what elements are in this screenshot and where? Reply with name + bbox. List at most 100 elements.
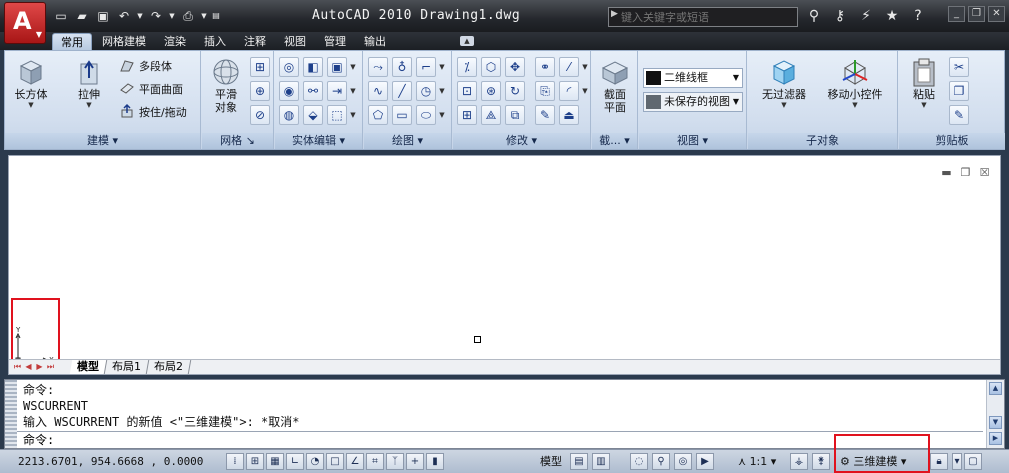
3d-rotate-button[interactable]: ⬡: [481, 57, 501, 77]
3d-align-button[interactable]: ⚭: [535, 57, 555, 77]
layout-last-icon[interactable]: ⏭: [46, 362, 55, 372]
break-button[interactable]: ⁄: [559, 57, 579, 77]
search-expand-icon[interactable]: ▶: [611, 9, 618, 19]
3d-move-button[interactable]: ✥: [505, 57, 525, 77]
status-tray-menu-icon[interactable]: ▾: [952, 453, 962, 470]
rectangle-button[interactable]: ▭: [392, 105, 412, 125]
redo-icon[interactable]: ↷: [147, 8, 165, 24]
fillet-dropdown-icon[interactable]: ▼: [581, 81, 589, 101]
redo-dropdown-icon[interactable]: ▼: [168, 8, 176, 24]
panel-clipboard-title[interactable]: 剪贴板: [899, 133, 1005, 149]
tab-annotate[interactable]: 注释: [236, 33, 274, 50]
plot-dropdown-icon[interactable]: ▼: [200, 8, 208, 24]
panel-modify-title[interactable]: 修改 ▾: [453, 133, 590, 149]
object-snap-tracking-toggle[interactable]: ⌗: [366, 453, 384, 470]
drawing-restore-icon[interactable]: ❐: [958, 166, 973, 180]
smooth-object-button[interactable]: 平滑 对象: [208, 56, 244, 114]
layout-first-icon[interactable]: ⏮: [13, 362, 22, 372]
section-plane-button[interactable]: 截面 平面: [598, 56, 632, 114]
annotation-visibility-icon[interactable]: ⚶: [790, 453, 808, 470]
extrude-button[interactable]: 拉伸 ▼: [73, 56, 105, 109]
annotation-scale[interactable]: ⋏ 1:1 ▾: [738, 454, 776, 470]
spline-button[interactable]: ∿: [368, 81, 388, 101]
subtract-button[interactable]: ◉: [279, 81, 299, 101]
subscription-key-icon[interactable]: ⚷: [830, 7, 850, 25]
clean-screen-icon[interactable]: ▢: [964, 453, 982, 470]
scroll-up-icon[interactable]: ▲: [989, 382, 1002, 395]
grid-display-toggle[interactable]: ▦: [266, 453, 284, 470]
extrude-faces-dropdown-icon[interactable]: ▼: [349, 81, 357, 101]
undo-icon[interactable]: ↶: [115, 8, 133, 24]
separate-button[interactable]: ⬚: [327, 105, 347, 125]
planar-surface-button[interactable]: 平面曲面: [119, 80, 183, 100]
toolbar-lock-icon[interactable]: 🔒︎: [930, 453, 948, 470]
match-properties-button[interactable]: ✎: [949, 105, 969, 125]
box-button[interactable]: 长方体 ▼: [11, 56, 51, 109]
polysolid-button[interactable]: 多段体: [119, 57, 172, 77]
3d-array-button[interactable]: ⊛: [481, 81, 501, 101]
tab-render[interactable]: 渲染: [156, 33, 194, 50]
3d-mirror-button[interactable]: ⟁: [481, 105, 501, 125]
offset-button[interactable]: ⎘: [535, 81, 555, 101]
3d-object-snap-toggle[interactable]: ∠: [346, 453, 364, 470]
polyline-3d-button[interactable]: ⌐: [416, 57, 436, 77]
separate-dropdown-icon[interactable]: ▼: [349, 105, 357, 125]
quick-view-layouts-icon[interactable]: ▤: [570, 453, 588, 470]
convert-button[interactable]: ⊡: [457, 81, 477, 101]
circle-dropdown-icon[interactable]: ▼: [438, 81, 446, 101]
array-button[interactable]: ⊞: [457, 105, 477, 125]
qat-customize-icon[interactable]: ▤: [211, 8, 221, 24]
union-button[interactable]: ◎: [279, 57, 299, 77]
polyline-dropdown-icon[interactable]: ▼: [438, 57, 446, 77]
drawing-minimize-icon[interactable]: ▬: [939, 166, 954, 180]
saved-view-dropdown[interactable]: 未保存的视图 ▼: [643, 92, 743, 112]
application-menu-button[interactable]: A ▼: [4, 2, 46, 44]
panel-modeling-title[interactable]: 建模 ▾: [5, 133, 200, 149]
new-file-icon[interactable]: ▭: [52, 8, 70, 24]
drawing-area[interactable]: ▬ ❐ ☒ Y X ⏮ ◀ ▶ ⏭ 模型 布局1: [8, 155, 1001, 375]
erase-button[interactable]: ✎: [535, 105, 555, 125]
auto-scale-icon[interactable]: ⚵: [812, 453, 830, 470]
circle-button[interactable]: ◷: [416, 81, 436, 101]
move-gizmo-button[interactable]: 移动小控件 ▼: [822, 56, 888, 109]
steering-wheel-icon[interactable]: ◌: [630, 453, 648, 470]
communication-center-icon[interactable]: ⚡: [856, 7, 876, 25]
panel-section-title[interactable]: 截... ▾: [592, 133, 637, 149]
mesh-refine-button[interactable]: ⊘: [250, 105, 270, 125]
object-snap-toggle[interactable]: □: [326, 453, 344, 470]
infer-constraints-toggle[interactable]: ⁞: [226, 453, 244, 470]
presspull-button[interactable]: 按住/拖动: [119, 103, 187, 123]
drawing-close-icon[interactable]: ☒: [977, 166, 992, 180]
extrude-faces-button[interactable]: ⇥: [327, 81, 347, 101]
line-button[interactable]: ╱: [392, 81, 412, 101]
tab-insert[interactable]: 插入: [196, 33, 234, 50]
model-space-label[interactable]: 模型: [540, 454, 562, 470]
rotate-button[interactable]: ↻: [505, 81, 525, 101]
snap-mode-toggle[interactable]: ⊞: [246, 453, 264, 470]
scale-button[interactable]: ⧉: [505, 105, 525, 125]
showmotion-icon[interactable]: ▶: [696, 453, 714, 470]
orbit-icon[interactable]: ◎: [674, 453, 692, 470]
break-dropdown-icon[interactable]: ▼: [581, 57, 589, 77]
slice-button[interactable]: ◧: [303, 57, 323, 77]
command-window-grip[interactable]: [5, 380, 17, 448]
restore-icon[interactable]: ❐: [968, 6, 985, 22]
ortho-mode-toggle[interactable]: ∟: [286, 453, 304, 470]
tab-output[interactable]: 输出: [356, 33, 394, 50]
cut-button[interactable]: ✂: [949, 57, 969, 77]
thicken-button[interactable]: ⬙: [303, 105, 323, 125]
visual-style-dropdown[interactable]: 二维线框 ▼: [643, 68, 743, 88]
tab-model[interactable]: 模型: [69, 360, 108, 374]
quick-view-drawings-icon[interactable]: ▥: [592, 453, 610, 470]
help-icon[interactable]: ?: [908, 7, 928, 25]
mesh-smooth-more-button[interactable]: ⊕: [250, 81, 270, 101]
binoculars-search-icon[interactable]: ⚲: [804, 7, 824, 25]
coordinate-display[interactable]: 2213.6701, 954.6668 , 0.0000: [18, 454, 203, 470]
close-icon[interactable]: ✕: [988, 6, 1005, 22]
extract-dropdown-icon[interactable]: ▼: [349, 57, 357, 77]
polygon-button[interactable]: ⬠: [368, 105, 388, 125]
panel-draw-title[interactable]: 绘图 ▾: [364, 133, 451, 149]
scroll-down-icon[interactable]: ▼: [989, 416, 1002, 429]
tab-layout1[interactable]: 布局1: [104, 360, 150, 374]
extract-edges-button[interactable]: ▣: [327, 57, 347, 77]
